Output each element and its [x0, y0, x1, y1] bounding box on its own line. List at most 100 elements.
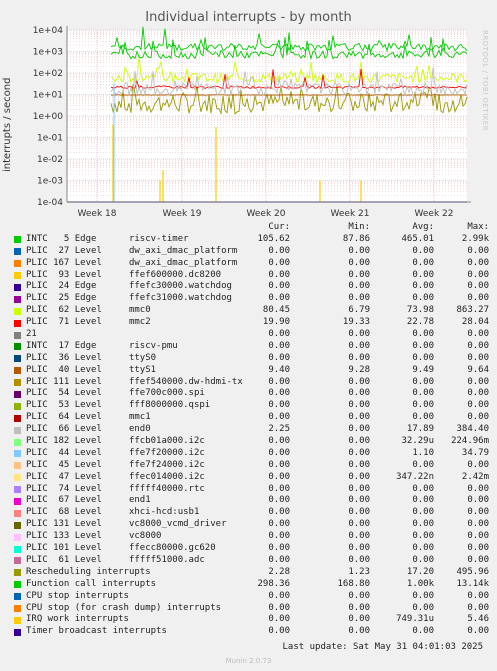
legend-max: 224.96m — [451, 436, 489, 447]
legend-swatch — [14, 486, 21, 494]
legend-max: 0.00 — [467, 388, 489, 399]
legend-max: 2.42m — [461, 471, 489, 482]
y-tick-label: 1e+03 — [33, 48, 63, 58]
legend-cur: 0.00 — [268, 614, 290, 625]
legend-header: Cur: Min: Avg: Max: — [0, 222, 497, 234]
legend-series-name: Timer broadcast interrupts — [26, 626, 167, 637]
legend-row: PLIC 40 Level ttyS1 9.40 9.28 9.49 9.64 — [0, 365, 497, 377]
legend-series-name: PLIC 68 Level xhci-hcd:usb1 — [26, 507, 200, 518]
legend-series-name: PLIC 25 Edge ffefc31000.watchdog — [26, 293, 232, 304]
legend-max: 0.00 — [467, 352, 489, 363]
legend-min: 0.00 — [348, 483, 370, 494]
header-min: Min: — [348, 222, 370, 232]
legend-cur: 0.00 — [268, 376, 290, 387]
legend-swatch — [14, 307, 21, 315]
legend-max: 28.04 — [461, 317, 489, 328]
legend-cur: 0.00 — [268, 590, 290, 601]
legend-series-name: PLIC 131 Level vc8000_vcmd_driver — [26, 519, 227, 530]
legend-row: PLIC 101 Level ffecc80000.gc620 0.00 0.00 0… — [0, 543, 497, 555]
legend-min: 0.00 — [348, 424, 370, 435]
legend-series-name: PLIC 47 Level ffec014000.i2c — [26, 471, 205, 482]
legend-row: CPU stop interrupts 0.00 0.00 0.00 0.00 — [0, 591, 497, 603]
legend-series-name: PLIC 111 Level ffef540000.dw-hdmi-tx — [26, 376, 243, 387]
legend-min: 0.00 — [348, 626, 370, 637]
legend-cur: 0.00 — [268, 507, 290, 518]
legend-min: 1.23 — [348, 566, 370, 577]
legend-swatch — [14, 616, 21, 624]
legend-cur: 0.00 — [268, 602, 290, 613]
legend-max: 5.46 — [467, 614, 489, 625]
legend-avg: 0.00 — [412, 245, 434, 256]
legend-max: 384.40 — [456, 424, 489, 435]
legend-row: PLIC 54 Level ffe700c000.spi 0.00 0.00 0.00… — [0, 388, 497, 400]
legend-min: 0.00 — [348, 436, 370, 447]
legend-cur: 19.90 — [262, 317, 290, 328]
legend-cur: 105.62 — [257, 233, 290, 244]
y-tick-label: 1e-02 — [37, 155, 63, 165]
legend-series-name: PLIC 182 Level ffcb01a000.i2c — [26, 436, 205, 447]
x-tick-label: Week 18 — [78, 209, 117, 219]
legend-max: 13.14k — [456, 578, 489, 589]
legend-avg: 0.00 — [412, 459, 434, 470]
legend-min: 0.00 — [348, 400, 370, 411]
legend-min: 0.00 — [348, 281, 370, 292]
legend-max: 9.64 — [467, 364, 489, 375]
legend-cur: 0.00 — [268, 495, 290, 506]
legend-series-name: Function call interrupts — [26, 578, 157, 589]
x-tick-label: Week 21 — [331, 209, 370, 219]
legend-avg: 32.29u — [401, 436, 434, 447]
legend-cur: 0.00 — [268, 447, 290, 458]
legend-cur: 0.00 — [268, 412, 290, 423]
legend-series-name: Rescheduling interrupts — [26, 566, 151, 577]
legend-avg: 0.00 — [412, 519, 434, 530]
legend-max: 0.00 — [467, 245, 489, 256]
legend-cur: 0.00 — [268, 483, 290, 494]
legend-swatch — [14, 390, 21, 398]
legend-min: 0.00 — [348, 459, 370, 470]
legend-avg: 22.78 — [406, 317, 434, 328]
legend-avg: 0.00 — [412, 554, 434, 565]
legend-min: 0.00 — [348, 554, 370, 565]
legend-max: 0.00 — [467, 257, 489, 268]
legend-row: Rescheduling interrupts 2.28 1.23 17.20 495.… — [0, 567, 497, 579]
legend-swatch — [14, 331, 21, 339]
legend-avg: 0.00 — [412, 352, 434, 363]
legend-max: 0.00 — [467, 519, 489, 530]
legend-min: 87.86 — [342, 233, 370, 244]
y-tick-label: 1e+01 — [33, 91, 63, 101]
legend-min: 0.00 — [348, 329, 370, 340]
header-cur: Cur: — [268, 222, 290, 232]
legend-avg: 0.00 — [412, 400, 434, 411]
legend-avg: 0.00 — [412, 340, 434, 351]
legend-cur: 2.28 — [268, 566, 290, 577]
legend-avg: 17.20 — [406, 566, 434, 577]
legend-avg: 0.00 — [412, 602, 434, 613]
legend-avg: 0.00 — [412, 483, 434, 494]
legend-series-name: 21 — [26, 329, 37, 340]
legend-series-name: CPU stop (for crash dump) interrupts — [26, 602, 222, 613]
legend-cur: 9.40 — [268, 364, 290, 375]
legend-row: PLIC 167 Level dw_axi_dmac_platform 0.00 0… — [0, 258, 497, 270]
legend-swatch — [14, 426, 21, 434]
legend-min: 0.00 — [348, 340, 370, 351]
legend-series-name: PLIC 66 Level end0 — [26, 424, 151, 435]
legend-min: 19.33 — [342, 317, 370, 328]
legend-series-name: PLIC 62 Level mmc0 — [26, 305, 151, 316]
legend-series-name: IRQ work interrupts — [26, 614, 129, 625]
legend-min: 168.80 — [337, 578, 370, 589]
legend-row: Timer broadcast interrupts 0.00 0.00 0.00 0.… — [0, 626, 497, 638]
legend-series-name: PLIC 167 Level dw_axi_dmac_platform — [26, 257, 238, 268]
legend-min: 0.00 — [348, 471, 370, 482]
legend-row: 21 0.00 0.00 0.00 0.00 — [0, 329, 497, 341]
legend-avg: 0.00 — [412, 269, 434, 280]
legend-avg: 9.49 — [412, 364, 434, 375]
legend-row: PLIC 182 Level ffcb01a000.i2c 0.00 0.00 32.… — [0, 436, 497, 448]
legend-series-name: PLIC 54 Level ffe700c000.spi — [26, 388, 205, 399]
legend-swatch — [14, 402, 21, 410]
legend-cur: 0.00 — [268, 340, 290, 351]
legend-swatch — [14, 414, 21, 422]
legend-cur: 0.00 — [268, 519, 290, 530]
legend-cur: 0.00 — [268, 554, 290, 565]
legend-series-name: PLIC 36 Level ttyS0 — [26, 352, 157, 363]
header-avg: Avg: — [412, 222, 434, 232]
